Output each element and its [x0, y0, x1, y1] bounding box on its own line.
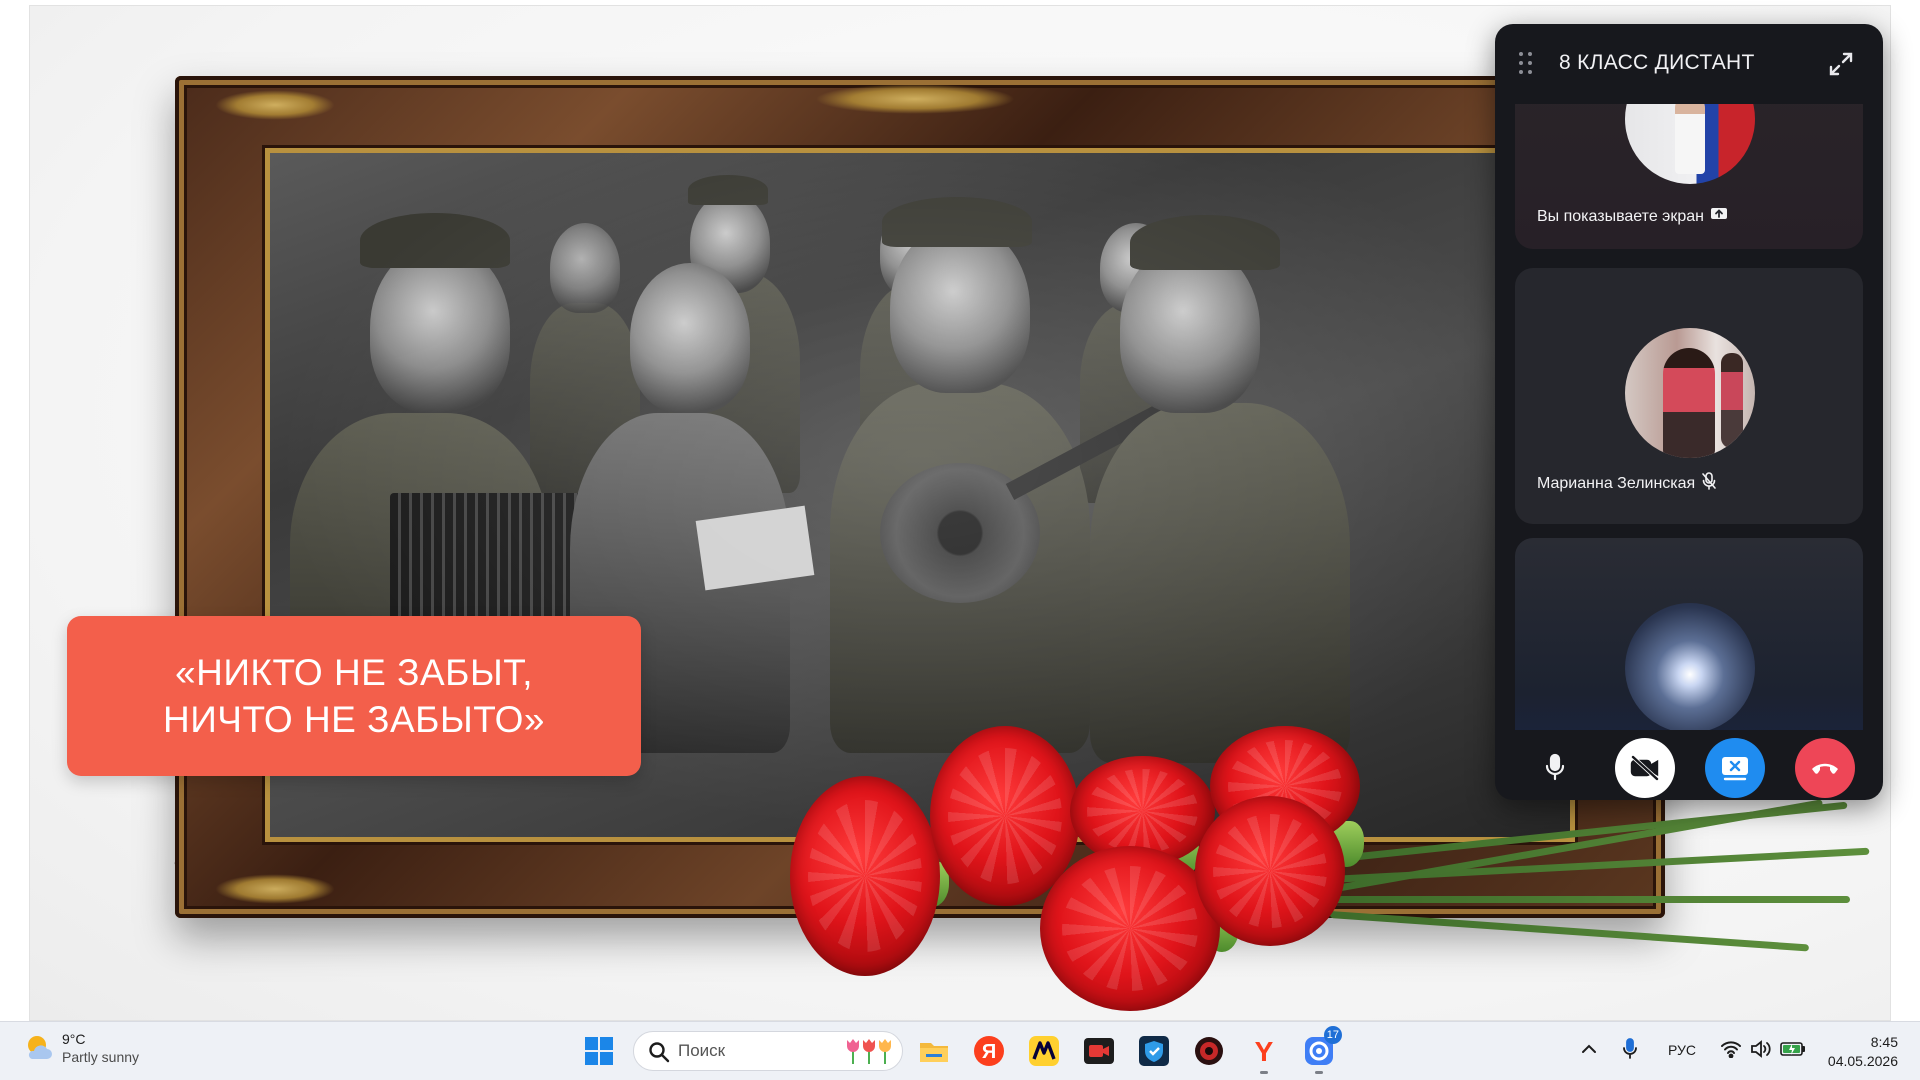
call-panel-header[interactable]: 8 КЛАСС ДИСТАНТ [1495, 24, 1883, 104]
microphone-button[interactable] [1525, 738, 1585, 798]
participant-label: Марианна Зелинская [1537, 472, 1717, 495]
app-icon-red[interactable] [1190, 1032, 1228, 1070]
microphone-icon[interactable] [1622, 1038, 1638, 1065]
weather-desc: Partly sunny [62, 1049, 140, 1065]
search-icon [648, 1041, 670, 1067]
participant-tile[interactable]: Вы показываете экран [1515, 104, 1863, 249]
notification-badge: 17 [1323, 1026, 1342, 1044]
quote-card: «НИКТО НЕ ЗАБЫТ, НИЧТО НЕ ЗАБЫТО» [67, 616, 641, 776]
participant-name: Вы показываете экран [1537, 207, 1704, 225]
picture-frame [175, 76, 1665, 918]
drag-handle-icon[interactable] [1519, 52, 1535, 76]
carnation-flower [790, 776, 940, 976]
participant-tile[interactable]: Марианна Зелинская [1515, 268, 1863, 524]
avatar [1625, 603, 1755, 730]
tulips-icon [846, 1038, 892, 1064]
yandex-app-icon[interactable]: Y [1245, 1032, 1283, 1074]
weather-temp: 9°C [62, 1031, 86, 1047]
running-indicator [1315, 1071, 1323, 1074]
call-panel: 8 КЛАСС ДИСТАНТ Вы показываете экран Мар… [1495, 24, 1883, 800]
stem [1329, 911, 1810, 952]
mic-muted-icon [1701, 472, 1717, 495]
screen-share-icon [1710, 206, 1728, 227]
carnation-flower [1195, 796, 1345, 946]
frame-ornament [215, 90, 335, 120]
chevron-up-icon[interactable] [1580, 1042, 1598, 1061]
stem [1330, 896, 1850, 903]
avatar [1625, 328, 1755, 458]
miro-icon[interactable] [1025, 1032, 1063, 1070]
shield-app-icon[interactable] [1135, 1032, 1173, 1070]
desktop: «НИКТО НЕ ЗАБЫТ, НИЧТО НЕ ЗАБЫТО» 8 КЛАС… [0, 0, 1920, 1080]
carnation-flower [1040, 846, 1220, 1011]
svg-text:Y: Y [1255, 1036, 1274, 1067]
clock-date: 04.05.2026 [1827, 1053, 1898, 1069]
partly-sunny-icon [24, 1033, 54, 1063]
weather-text: 9°C Partly sunny [62, 1030, 139, 1066]
search-placeholder: Поиск [678, 1041, 726, 1060]
participant-tile[interactable] [1515, 538, 1863, 730]
participant-list[interactable]: Вы показываете экран Марианна Зелинская [1515, 104, 1863, 730]
yandex-browser-icon[interactable]: Я [970, 1032, 1008, 1070]
wifi-icon[interactable] [1720, 1040, 1742, 1063]
call-controls [1495, 730, 1883, 800]
participant-name: Марианна Зелинская [1537, 474, 1696, 492]
language-indicator[interactable]: РУС [1668, 1042, 1696, 1058]
avatar [1625, 104, 1755, 184]
file-explorer-icon[interactable] [915, 1032, 953, 1070]
frame-ornament [215, 874, 335, 904]
volume-icon[interactable] [1750, 1040, 1772, 1063]
participant-label: Вы показываете экран [1537, 206, 1728, 227]
quote-line: «НИКТО НЕ ЗАБЫТ, [175, 652, 533, 693]
clock-time: 8:45 [1870, 1034, 1898, 1050]
start-button[interactable] [580, 1032, 618, 1070]
running-indicator [1260, 1071, 1268, 1074]
call-title: 8 КЛАСС ДИСТАНТ [1559, 51, 1755, 74]
stop-screen-share-button[interactable] [1705, 738, 1765, 798]
quote-line: НИЧТО НЕ ЗАБЫТО» [162, 699, 545, 740]
svg-text:Я: Я [982, 1041, 996, 1063]
taskbar-search[interactable]: Поиск [633, 1031, 903, 1071]
system-clock[interactable]: 8:45 04.05.2026 [1828, 1033, 1898, 1071]
weather-widget[interactable]: 9°C Partly sunny [24, 1030, 139, 1066]
screen-recorder-icon[interactable] [1080, 1032, 1118, 1070]
frame-ornament [815, 84, 1015, 114]
taskbar: 9°C Partly sunny Поиск Я Y 17 РУС 8:45 0… [0, 1021, 1920, 1080]
end-call-button[interactable] [1795, 738, 1855, 798]
battery-charging-icon[interactable] [1780, 1040, 1806, 1063]
camera-off-button[interactable] [1615, 738, 1675, 798]
expand-icon[interactable] [1827, 50, 1855, 78]
messenger-icon[interactable]: 17 [1300, 1026, 1342, 1074]
flower-stems [1329, 799, 1890, 956]
